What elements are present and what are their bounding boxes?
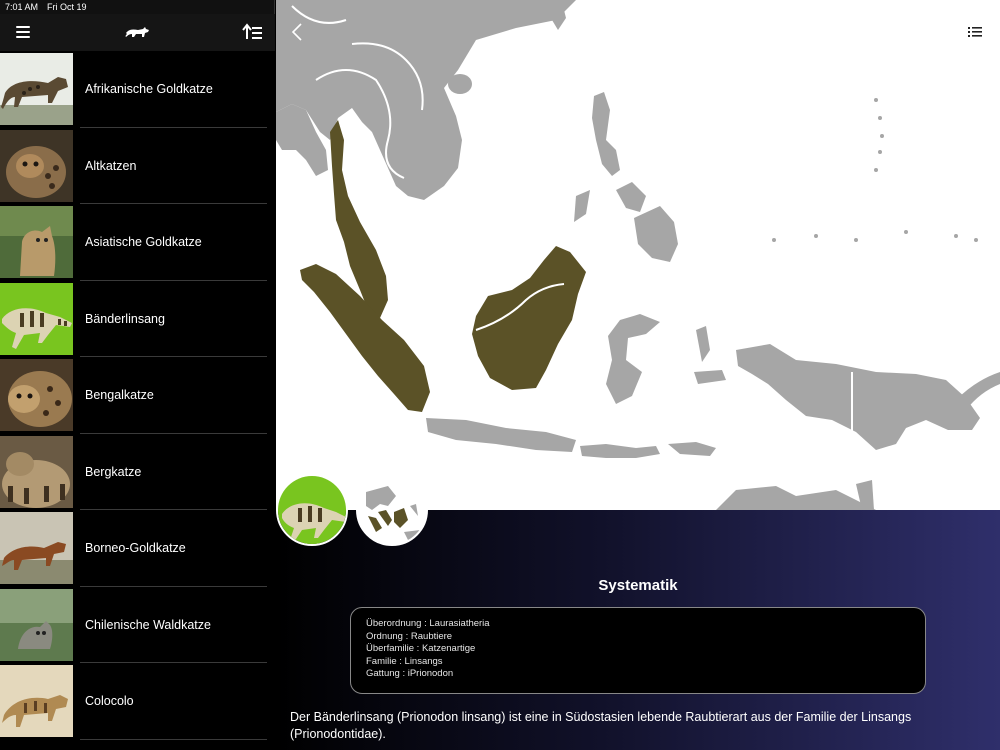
divider bbox=[80, 738, 267, 740]
species-thumbnail bbox=[0, 359, 73, 431]
list-item-label: Altkatzen bbox=[85, 158, 137, 173]
list-item-altkatzen[interactable]: Altkatzen bbox=[0, 128, 275, 204]
globe-map-button[interactable] bbox=[356, 474, 428, 546]
detail-view: Systematik Überordnung : Laurasiatheria … bbox=[276, 0, 1000, 750]
status-date: Fri Oct 19 bbox=[47, 2, 87, 12]
list-item-bengalkatze[interactable]: Bengalkatze bbox=[0, 357, 275, 434]
species-thumbnail bbox=[0, 435, 73, 508]
list-item-label: Bänderlinsang bbox=[85, 311, 165, 326]
list-item-baenderlinsang[interactable]: Bänderlinsang bbox=[0, 281, 275, 357]
species-thumbnail bbox=[0, 665, 73, 737]
taxonomy-superfamily: Überfamilie : Katzenartige bbox=[366, 643, 476, 655]
species-description: Der Bänderlinsang (Prionodon linsang) is… bbox=[290, 710, 912, 741]
hamburger-icon[interactable] bbox=[16, 26, 32, 39]
list-item-label: Afrikanische Goldkatze bbox=[85, 82, 213, 96]
species-sidebar: 7:01 AM Fri Oct 19 Afrikanische Goldkatz… bbox=[0, 0, 275, 750]
species-thumbnail bbox=[0, 588, 73, 661]
list-item-afrikanische-goldkatze[interactable]: Afrikanische Goldkatze bbox=[0, 51, 275, 128]
list-item-label: Colocolo bbox=[85, 694, 134, 708]
list-icon[interactable] bbox=[968, 26, 982, 38]
list-item-label: Chilenische Waldkatze bbox=[85, 617, 211, 632]
list-item-label: Asiatische Goldkatze bbox=[85, 235, 202, 249]
info-panel: Systematik Überordnung : Laurasiatheria … bbox=[276, 474, 1000, 750]
taxonomy-genus: Gattung : iPrionodon bbox=[366, 668, 454, 680]
taxonomy-family: Familie : Linsangs bbox=[366, 655, 443, 667]
list-item-label: Borneo-Goldkatze bbox=[85, 541, 186, 555]
list-item-label: Bengalkatze bbox=[85, 388, 154, 402]
list-item-bergkatze[interactable]: Bergkatze bbox=[0, 434, 275, 510]
taxonomy-box: Überordnung : Laurasiatheria Ordnung : R… bbox=[350, 607, 926, 694]
list-item-chilenische-waldkatze[interactable]: Chilenische Waldkatze bbox=[0, 587, 275, 663]
species-list: Afrikanische Goldkatze Altkatzen Asiatis… bbox=[0, 51, 275, 750]
list-item-borneo-goldkatze[interactable]: Borneo-Goldkatze bbox=[0, 510, 275, 587]
southeast-asia-map bbox=[276, 0, 1000, 510]
species-thumbnail bbox=[0, 282, 73, 355]
taxonomy-order: Ordnung : Raubtiere bbox=[366, 630, 453, 642]
chevron-left-icon[interactable] bbox=[290, 22, 304, 42]
status-time: 7:01 AM bbox=[5, 2, 39, 12]
range-map[interactable] bbox=[276, 0, 1000, 510]
sort-icon[interactable] bbox=[241, 23, 263, 41]
list-item-label: Bergkatze bbox=[85, 464, 142, 479]
species-thumbnail bbox=[0, 129, 73, 202]
list-item-asiatische-goldkatze[interactable]: Asiatische Goldkatze bbox=[0, 204, 275, 281]
cat-silhouette-icon bbox=[125, 27, 149, 37]
taxonomy-superorder: Überordnung : Laurasiatheria bbox=[366, 618, 490, 629]
status-bar: 7:01 AM Fri Oct 19 bbox=[0, 0, 275, 14]
sidebar-header bbox=[0, 14, 275, 51]
list-item-colocolo[interactable]: Colocolo bbox=[0, 663, 275, 740]
species-thumbnail bbox=[0, 512, 73, 584]
section-title: Systematik bbox=[598, 577, 678, 594]
species-thumbnail bbox=[0, 53, 73, 125]
species-thumbnail bbox=[0, 206, 73, 278]
species-photo-button[interactable] bbox=[276, 474, 348, 546]
